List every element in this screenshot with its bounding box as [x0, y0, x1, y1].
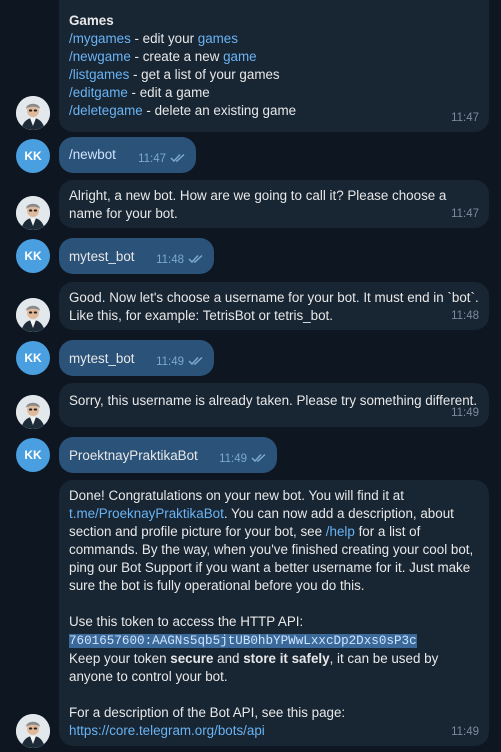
message-time: 11:47 [451, 112, 479, 124]
message-final-username: ProektnayPraktikaBot 11:49 [59, 437, 277, 473]
game-link[interactable]: game [223, 49, 257, 64]
message-text: mytest_bot [69, 351, 135, 366]
token-intro: Use this token to access the HTTP API: [69, 614, 304, 629]
user-avatar[interactable]: KK [16, 438, 50, 472]
user-avatar[interactable]: KK [16, 239, 50, 273]
message-games-list: Games /mygames - edit your games /newgam… [59, 0, 489, 132]
double-check-icon [170, 153, 185, 163]
games-line: /editgame - edit a game [69, 85, 210, 100]
message-time: 11:47 [138, 150, 186, 168]
message-username-taken: Sorry, this username is already taken. P… [59, 383, 489, 427]
listgames-command-link[interactable]: /listgames [69, 67, 129, 82]
games-link[interactable]: games [198, 31, 238, 46]
deletegame-command-link[interactable]: /deletegame [69, 103, 143, 118]
bot-avatar[interactable] [16, 298, 50, 332]
message-text: Alright, a new bot. How are we going to … [69, 188, 451, 221]
editgame-command-link[interactable]: /editgame [69, 85, 128, 100]
api-token[interactable]: 7601657600:AAGNs5qb5jtUB0hbYPWwLxxcDp2Dx… [69, 634, 417, 648]
message-text: Sorry, this username is already taken. P… [69, 393, 478, 408]
bot-avatar[interactable] [16, 196, 50, 230]
botfather-avatar-icon [16, 395, 50, 429]
message-time: 11:49 [156, 353, 204, 371]
user-avatar[interactable]: KK [16, 139, 50, 173]
help-command-link[interactable]: /help [326, 524, 355, 539]
message-time: 11:48 [156, 251, 204, 269]
mygames-command-link[interactable]: /mygames [69, 31, 131, 46]
token-warning: Keep your token secure and store it safe… [69, 651, 442, 684]
api-docs-intro: For a description of the Bot API, see th… [69, 705, 346, 720]
message-text: mytest_bot [69, 249, 135, 264]
user-avatar[interactable]: KK [16, 341, 50, 375]
botfather-avatar-icon [16, 196, 50, 230]
message-text: ProektnayPraktikaBot [69, 448, 198, 463]
message-time: 11:49 [451, 726, 479, 738]
message-text: Good. Now let's choose a username for yo… [69, 290, 483, 323]
botfather-avatar-icon [16, 714, 50, 748]
botfather-avatar-icon [16, 96, 50, 130]
newbot-command-link[interactable]: /newbot [69, 147, 116, 162]
double-check-icon [188, 356, 203, 366]
message-bot-username: mytest_bot 11:49 [59, 340, 214, 376]
bot-avatar[interactable] [16, 395, 50, 429]
message-choose-name: Alright, a new bot. How are we going to … [59, 180, 489, 228]
message-time: 11:49 [451, 407, 479, 419]
bot-link[interactable]: t.me/ProeknayPraktikaBot [69, 506, 224, 521]
bot-avatar[interactable] [16, 714, 50, 748]
games-line: /mygames - edit your games [69, 31, 238, 46]
message-newbot: /newbot 11:47 [59, 137, 196, 173]
message-time: 11:48 [451, 310, 479, 322]
games-line: /deletegame - delete an existing game [69, 103, 297, 118]
bot-avatar[interactable] [16, 96, 50, 130]
newgame-command-link[interactable]: /newgame [69, 49, 131, 64]
message-bot-created: Done! Congratulations on your new bot. Y… [59, 480, 489, 746]
games-heading: Games [69, 13, 114, 28]
double-check-icon [188, 254, 203, 264]
message-choose-username: Good. Now let's choose a username for yo… [59, 282, 489, 330]
api-docs-link[interactable]: https://core.telegram.org/bots/api [69, 723, 265, 738]
botfather-avatar-icon [16, 298, 50, 332]
games-line: /listgames - get a list of your games [69, 67, 280, 82]
message-bot-name: mytest_bot 11:48 [59, 238, 214, 274]
double-check-icon [251, 453, 266, 463]
games-line: /newgame - create a new game [69, 49, 257, 64]
creation-paragraph: Done! Congratulations on your new bot. Y… [69, 488, 477, 593]
message-time: 11:49 [219, 450, 267, 468]
message-time: 11:47 [451, 208, 479, 220]
